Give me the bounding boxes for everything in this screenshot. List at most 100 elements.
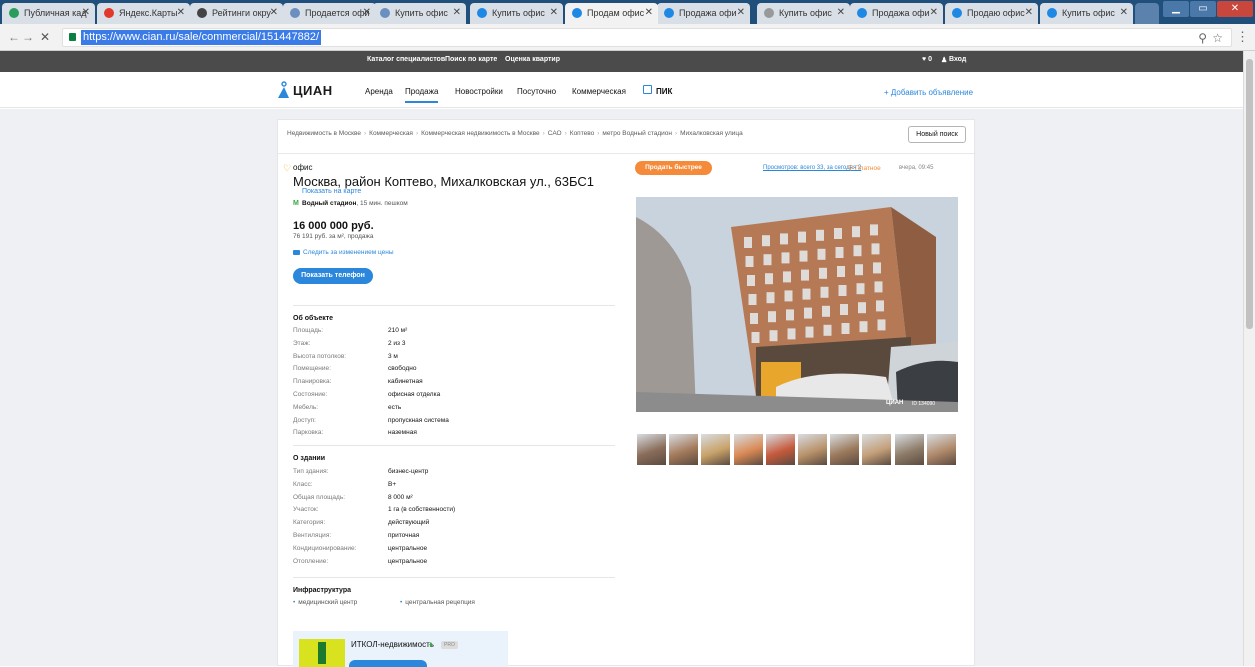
metro-icon: M xyxy=(293,200,299,207)
nav-rent[interactable]: Аренда xyxy=(365,87,393,96)
browser-tab[interactable]: Продам офис ✕ xyxy=(565,3,658,24)
forward-icon[interactable]: → xyxy=(22,30,34,44)
tab-close-icon[interactable]: ✕ xyxy=(1025,7,1033,18)
breadcrumb-separator: › xyxy=(597,130,600,137)
breadcrumb-item[interactable]: Коммерческая недвижимость в Москве xyxy=(421,130,539,137)
favorites-link[interactable]: ♥ 0 xyxy=(922,56,932,63)
spec-value: 1 га (в собственности) xyxy=(388,506,456,514)
login-link[interactable]: Вход xyxy=(949,56,966,63)
bookmark-star-icon[interactable]: ☆ xyxy=(1212,31,1223,45)
spec-value: действующий xyxy=(388,519,430,527)
follow-price-link[interactable]: Следить за изменением цены xyxy=(303,249,394,256)
back-icon[interactable]: ← xyxy=(8,30,20,44)
tab-close-icon[interactable]: ✕ xyxy=(1120,7,1128,18)
topline-link-specialists[interactable]: Каталог специалистов xyxy=(367,56,445,63)
photo-thumbnail[interactable] xyxy=(829,433,861,466)
listing-title: Москва, район Коптево, Михалковская ул.,… xyxy=(293,174,594,189)
sell-faster-button[interactable]: Продать быстрее xyxy=(635,161,712,175)
breadcrumb-item[interactable]: САО xyxy=(548,130,562,137)
spec-row: Категория: действующий xyxy=(293,519,615,529)
tab-title: Купить офис xyxy=(395,8,448,18)
minimize-button[interactable]: ▁ xyxy=(1163,1,1189,17)
tab-title: Рейтинги окру xyxy=(212,8,271,18)
browser-menu-icon[interactable]: ⋮ xyxy=(1236,29,1249,45)
maximize-button[interactable]: ▭ xyxy=(1190,1,1216,17)
spec-label: Мебель: xyxy=(293,403,319,411)
nav-sale[interactable]: Продажа xyxy=(405,87,439,103)
infra-item: медицинский центр xyxy=(293,599,357,606)
tab-favicon-icon xyxy=(664,8,674,18)
browser-tab[interactable]: Публичная кад ✕ xyxy=(2,3,95,24)
tab-close-icon[interactable]: ✕ xyxy=(550,7,558,18)
nav-pik[interactable]: ПИК xyxy=(656,87,672,96)
new-tab-button[interactable] xyxy=(1135,3,1159,24)
spec-row: Общая площадь: 8 000 м² xyxy=(293,494,615,504)
site-logo[interactable]: ЦИАН xyxy=(293,83,333,98)
breadcrumb-item[interactable]: Коптево xyxy=(570,130,594,137)
add-listing-link[interactable]: + Добавить объявление xyxy=(884,88,973,97)
tab-title: Продается офи xyxy=(305,8,370,18)
photo-thumbnail[interactable] xyxy=(925,433,957,466)
show-phone-button[interactable]: Показать телефон xyxy=(293,268,373,284)
paid-badge[interactable]: Платное xyxy=(855,165,881,172)
photo-thumbnail[interactable] xyxy=(797,433,828,466)
browser-tab[interactable]: Продается офи ✕ xyxy=(283,3,376,24)
breadcrumb-item[interactable]: Недвижимость в Москве xyxy=(287,130,361,137)
spec-row: Доступ: пропускная система xyxy=(293,417,615,427)
browser-tab[interactable]: Купить офис ✕ xyxy=(1040,3,1133,24)
browser-tab[interactable]: Купить офис ✕ xyxy=(470,3,563,24)
topline-link-map-search[interactable]: Поиск по карте xyxy=(445,56,497,63)
tab-close-icon[interactable]: ✕ xyxy=(930,7,938,18)
agent-logo[interactable] xyxy=(299,639,345,667)
photo-thumbnail[interactable] xyxy=(861,433,893,466)
photo-thumbnail[interactable] xyxy=(732,433,764,466)
tab-close-icon[interactable]: ✕ xyxy=(270,7,278,18)
scrollbar-thumb[interactable] xyxy=(1246,59,1253,329)
browser-tab[interactable]: Рейтинги окру ✕ xyxy=(190,3,283,24)
nav-daily[interactable]: Посуточно xyxy=(517,87,556,96)
browser-tab[interactable]: Купить офис ✕ xyxy=(373,3,466,24)
tab-close-icon[interactable]: ✕ xyxy=(737,7,745,18)
lock-icon xyxy=(69,33,76,41)
new-search-button[interactable]: Новый поиск xyxy=(908,126,966,143)
views-counter[interactable]: Просмотров: всего 33, за сегодня 2 xyxy=(763,165,861,171)
nav-commercial[interactable]: Коммерческая xyxy=(572,87,626,96)
metro-info[interactable]: Водный стадион, 15 мин. пешком xyxy=(302,200,408,207)
cian-logo-icon[interactable] xyxy=(277,81,290,99)
tab-close-icon[interactable]: ✕ xyxy=(177,7,185,18)
tab-title: Купить офис xyxy=(779,8,832,18)
stop-icon[interactable]: ✕ xyxy=(40,30,50,44)
favorite-heart-icon[interactable]: ♡ xyxy=(283,163,291,174)
photo-thumbnail[interactable] xyxy=(700,433,732,466)
spec-value: B+ xyxy=(388,480,397,488)
breadcrumb-item[interactable]: Михалковская улица xyxy=(680,130,743,137)
url-text[interactable]: https://www.cian.ru/sale/commercial/1514… xyxy=(81,30,322,45)
photo-thumbnail[interactable] xyxy=(636,433,667,466)
tab-close-icon[interactable]: ✕ xyxy=(82,7,90,18)
nav-new-buildings[interactable]: Новостройки xyxy=(455,87,503,96)
agent-name[interactable]: ИТКОЛ-недвижимость xyxy=(351,640,434,649)
breadcrumb-item[interactable]: метро Водный стадион xyxy=(602,130,672,137)
browser-tab[interactable]: Яндекс.Карты ✕ xyxy=(97,3,190,24)
photo-thumbnail[interactable] xyxy=(668,433,700,466)
main-photo[interactable]: ЦИАН ID 134090 xyxy=(636,197,958,412)
tab-close-icon[interactable]: ✕ xyxy=(453,7,461,18)
browser-tab[interactable]: Продажа офи ✕ xyxy=(657,3,750,24)
photo-thumbnail[interactable] xyxy=(764,433,796,466)
close-window-button[interactable]: ✕ xyxy=(1217,1,1253,17)
show-on-map-link[interactable]: Показать на карте xyxy=(302,188,361,195)
browser-tab[interactable]: Продажа офи ✕ xyxy=(850,3,943,24)
spec-row: Этаж: 2 из 3 xyxy=(293,340,615,350)
tab-close-icon[interactable]: ✕ xyxy=(363,7,371,18)
zoom-icon[interactable]: ⚲ xyxy=(1198,31,1207,45)
topline-link-valuation[interactable]: Оценка квартир xyxy=(505,56,560,63)
url-input[interactable]: https://www.cian.ru/sale/commercial/1514… xyxy=(62,28,1232,47)
browser-tab[interactable]: Купить офис ✕ xyxy=(757,3,850,24)
tab-close-icon[interactable]: ✕ xyxy=(837,7,845,18)
about-object-heading: Об объекте xyxy=(293,315,334,322)
photo-thumbnail[interactable] xyxy=(893,433,925,466)
browser-tab[interactable]: Продаю офис ✕ xyxy=(945,3,1038,24)
tab-close-icon[interactable]: ✕ xyxy=(645,7,653,18)
scrollbar[interactable] xyxy=(1243,51,1255,666)
breadcrumb-item[interactable]: Коммерческая xyxy=(369,130,413,137)
